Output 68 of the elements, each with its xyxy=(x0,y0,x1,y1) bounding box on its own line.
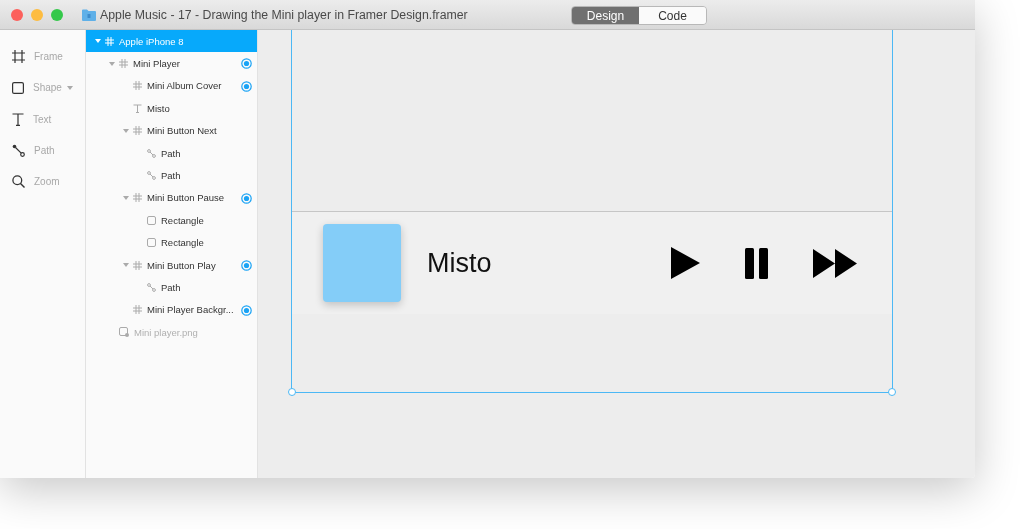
layer-row[interactable]: Mini Player Backgr... xyxy=(86,298,257,322)
tool-label: Frame xyxy=(34,51,63,63)
window-title: Apple Music - 17 - Drawing the Mini player in Framer Design.framer xyxy=(100,7,468,22)
layer-name: Mini Button Pause xyxy=(147,192,225,204)
layer-name: Rectangle xyxy=(161,214,204,226)
layer-name: Mini Button Next xyxy=(147,125,217,137)
path-icon xyxy=(147,171,156,181)
pause-icon[interactable] xyxy=(745,247,768,279)
layer-name: Path xyxy=(161,282,181,293)
layer-row[interactable]: Mini Button Next xyxy=(86,119,257,142)
rectangle-icon xyxy=(147,238,156,248)
hash-icon xyxy=(133,260,142,270)
mode-tab[interactable]: Design xyxy=(572,7,639,24)
tool-label: Zoom xyxy=(34,176,60,188)
layer-row[interactable]: Mini Album Cover xyxy=(86,74,257,98)
hash-icon xyxy=(119,59,128,69)
hash-icon xyxy=(105,36,114,46)
layer-name: Mini Album Cover xyxy=(147,80,222,92)
layer-row[interactable]: Rectangle xyxy=(86,231,257,254)
layer-row[interactable]: Mini Button Pause xyxy=(86,186,257,210)
layer-row[interactable]: Mini Player xyxy=(86,52,257,75)
folder-icon xyxy=(82,8,96,21)
layer-name: Apple iPhone 8 xyxy=(119,35,184,47)
hash-icon xyxy=(133,305,142,315)
layer-row[interactable]: Rectangle xyxy=(86,209,257,232)
hash-icon xyxy=(133,193,142,203)
fast-forward-icon[interactable] xyxy=(813,248,857,278)
layer-row[interactable]: Misto xyxy=(86,97,257,120)
layer-name: Rectangle xyxy=(161,237,204,249)
hash-icon xyxy=(133,126,142,136)
hash-icon xyxy=(133,81,142,91)
tool-label: Path xyxy=(34,145,55,157)
resize-handle[interactable] xyxy=(888,388,896,396)
play-icon[interactable] xyxy=(671,247,700,279)
frame-icon xyxy=(12,50,25,64)
layer-row[interactable]: Path xyxy=(86,164,257,187)
caret-icon[interactable] xyxy=(123,263,129,268)
tool-label: Text xyxy=(33,113,52,125)
layer-name: Mini player.png xyxy=(134,326,198,338)
close-button[interactable] xyxy=(11,8,23,21)
caret-icon[interactable] xyxy=(123,128,129,133)
layer-row[interactable]: Path xyxy=(86,276,257,299)
path-icon xyxy=(12,144,25,158)
caret-icon[interactable] xyxy=(123,195,129,200)
path-icon xyxy=(147,148,156,158)
layer-name: Mini Player Backgr... xyxy=(147,304,234,316)
minimize-button[interactable] xyxy=(31,8,43,21)
resize-handle[interactable] xyxy=(288,388,296,396)
mode-tab[interactable]: Code xyxy=(639,7,706,24)
layer-name: Path xyxy=(161,170,181,182)
layer-name: Path xyxy=(161,147,181,159)
text-icon xyxy=(133,103,142,113)
square-icon xyxy=(12,81,24,94)
layer-name: Mini Player xyxy=(133,58,180,70)
tool-label: Shape xyxy=(33,82,62,94)
song-title: Misto xyxy=(427,247,492,279)
zoom-button[interactable] xyxy=(51,8,63,21)
text-icon xyxy=(12,112,24,126)
layer-name: Misto xyxy=(147,102,170,114)
layer-name: Mini Button Play xyxy=(147,259,216,271)
layer-row[interactable]: Mini Button Play xyxy=(86,253,257,277)
rectangle-icon xyxy=(147,215,156,225)
path-icon xyxy=(147,283,156,292)
layer-row[interactable]: Path xyxy=(86,141,257,165)
caret-icon[interactable] xyxy=(95,39,101,44)
search-icon xyxy=(12,175,25,189)
caret-icon[interactable] xyxy=(109,61,115,66)
image-icon xyxy=(119,327,129,338)
